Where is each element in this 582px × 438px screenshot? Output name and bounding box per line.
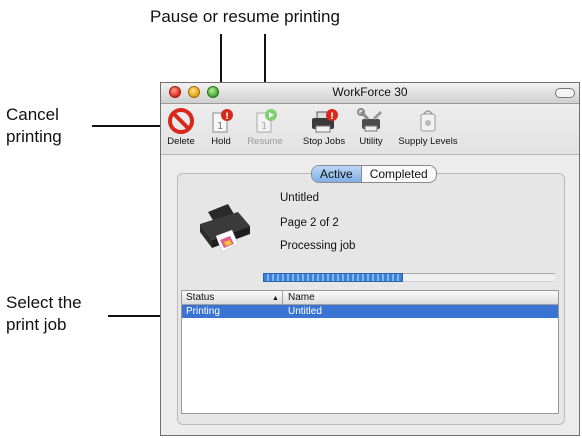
leader-cancel bbox=[92, 125, 170, 127]
callout-cancel-line1: Cancel bbox=[6, 105, 59, 124]
resume-button[interactable]: 1 Resume bbox=[245, 108, 285, 147]
delete-icon bbox=[168, 108, 194, 134]
callout-pause-resume: Pause or resume printing bbox=[150, 7, 340, 26]
callout-cancel: Cancel printing bbox=[6, 104, 62, 148]
row-status: Printing bbox=[186, 306, 220, 317]
resume-label: Resume bbox=[247, 136, 283, 147]
column-divider[interactable] bbox=[282, 291, 283, 304]
progress-fill bbox=[263, 273, 404, 282]
column-header-status[interactable]: Status bbox=[186, 291, 214, 304]
printer-image bbox=[200, 204, 250, 253]
job-name: Untitled bbox=[280, 192, 319, 204]
print-queue-window: WorkForce 30 Delete 1 ! Hold 1 Resume ! … bbox=[160, 82, 580, 436]
row-name: Untitled bbox=[288, 306, 322, 317]
delete-button[interactable]: Delete bbox=[165, 108, 197, 147]
table-header: Status ▲ Name bbox=[182, 291, 558, 305]
job-page-count: Page 2 of 2 bbox=[280, 217, 339, 229]
utility-tools-icon bbox=[357, 108, 383, 132]
stop-jobs-label: Stop Jobs bbox=[302, 136, 346, 147]
tab-completed[interactable]: Completed bbox=[360, 166, 436, 182]
table-row[interactable]: Printing Untitled bbox=[182, 305, 558, 318]
hold-button[interactable]: 1 ! Hold bbox=[207, 108, 235, 147]
hold-label: Hold bbox=[211, 136, 231, 147]
sort-ascending-icon: ▲ bbox=[272, 295, 279, 302]
supply-levels-label: Supply Levels bbox=[398, 136, 458, 147]
job-status: Processing job bbox=[280, 240, 356, 252]
supply-levels-button[interactable]: Supply Levels bbox=[395, 108, 461, 147]
utility-button[interactable]: Utility bbox=[353, 108, 389, 147]
callout-select-line2: print job bbox=[6, 315, 67, 334]
utility-label: Utility bbox=[359, 136, 383, 147]
delete-label: Delete bbox=[167, 136, 195, 147]
supply-levels-icon bbox=[420, 110, 436, 132]
callout-select-job: Select the print job bbox=[6, 292, 82, 336]
tab-active[interactable]: Active bbox=[312, 166, 361, 182]
resume-icon: 1 bbox=[256, 109, 277, 133]
hold-icon: 1 ! bbox=[212, 109, 233, 133]
tab-switcher: Active Completed bbox=[311, 165, 437, 183]
svg-text:!: ! bbox=[225, 112, 229, 122]
svg-text:!: ! bbox=[330, 112, 334, 122]
title-bar: WorkForce 30 bbox=[161, 83, 579, 104]
svg-text:1: 1 bbox=[217, 121, 223, 132]
job-progress-bar bbox=[263, 273, 555, 283]
column-header-name[interactable]: Name bbox=[288, 291, 315, 304]
stop-jobs-button[interactable]: ! Stop Jobs bbox=[301, 108, 347, 147]
callout-cancel-line2: printing bbox=[6, 127, 62, 146]
printer-stop-icon: ! bbox=[312, 109, 338, 133]
callout-select-line1: Select the bbox=[6, 293, 82, 312]
svg-text:1: 1 bbox=[261, 121, 267, 132]
window-title: WorkForce 30 bbox=[332, 85, 408, 99]
job-list-table: Status ▲ Name Printing Untitled bbox=[181, 290, 559, 414]
toolbar: Delete 1 ! Hold 1 Resume ! Stop Jobs Uti… bbox=[161, 104, 579, 155]
toolbar-toggle-button[interactable] bbox=[555, 88, 575, 98]
